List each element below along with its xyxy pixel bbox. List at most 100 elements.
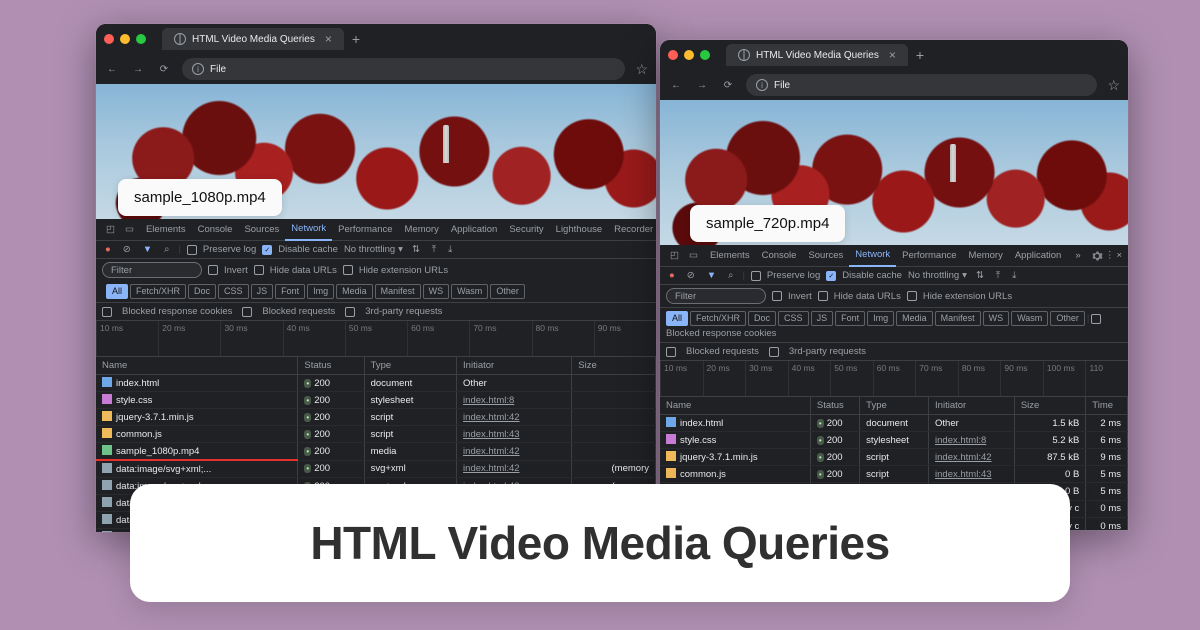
filter-input[interactable]: Filter [666,288,766,304]
devtools-close-icon[interactable]: × [1116,250,1122,261]
preserve-log-checkbox[interactable] [751,271,761,281]
invert-checkbox[interactable] [772,291,782,301]
column-header-initiator[interactable]: Initiator [929,397,1015,415]
maximize-window-button[interactable] [136,34,146,44]
reload-button[interactable]: ⟳ [720,80,736,91]
devtools-tab-elements[interactable]: Elements [140,219,192,241]
type-filter-js[interactable]: JS [811,311,834,326]
upload-icon[interactable]: ⤒ [993,270,1003,281]
maximize-window-button[interactable] [700,50,710,60]
bookmark-icon[interactable]: ☆ [635,61,648,78]
table-row[interactable]: jquery-3.7.1.min.js•200scriptindex.html:… [96,409,656,426]
devtools-tab-network[interactable]: Network [285,219,332,241]
type-filter-doc[interactable]: Doc [188,284,216,299]
initiator-link[interactable]: index.html:8 [463,395,514,406]
wifi-icon[interactable]: ⇅ [409,244,423,255]
minimize-window-button[interactable] [120,34,130,44]
record-button[interactable]: ● [666,270,678,281]
devtools-tab-console[interactable]: Console [192,219,239,241]
type-filter-doc[interactable]: Doc [748,311,776,326]
third-party-checkbox[interactable] [769,347,779,357]
back-button[interactable]: ← [104,64,120,75]
new-tab-button[interactable]: + [916,47,924,63]
hide-ext-urls-checkbox[interactable] [343,265,353,275]
filter-toggle-icon[interactable]: ▼ [140,244,155,255]
table-row[interactable]: sample_1080p.mp4•200mediaindex.html:42 [96,443,656,461]
type-filter-other[interactable]: Other [1050,311,1085,326]
type-filter-css[interactable]: CSS [778,311,809,326]
initiator-link[interactable]: index.html:8 [935,435,986,446]
table-row[interactable]: index.html•200documentOther1.5 kB2 ms [660,415,1128,432]
devtools-tab-application[interactable]: Application [445,219,503,241]
type-filter-js[interactable]: JS [251,284,274,299]
address-field[interactable]: i File [746,74,1097,96]
filter-input[interactable]: Filter [102,262,202,278]
device-toolbar-icon[interactable]: ▭ [121,224,138,235]
type-filter-media[interactable]: Media [896,311,933,326]
column-header-type[interactable]: Type [364,357,456,375]
type-filter-wasm[interactable]: Wasm [1011,311,1048,326]
forward-button[interactable]: → [130,64,146,75]
devtools-tab-memory[interactable]: Memory [963,245,1009,267]
new-tab-button[interactable]: + [352,31,360,47]
column-header-status[interactable]: Status [810,397,859,415]
column-header-status[interactable]: Status [298,357,364,375]
close-window-button[interactable] [104,34,114,44]
column-header-time[interactable]: Time [1086,397,1128,415]
bookmark-icon[interactable]: ☆ [1107,77,1120,94]
address-field[interactable]: i File [182,58,625,80]
network-timeline[interactable]: 10 ms20 ms30 ms40 ms50 ms60 ms70 ms80 ms… [96,321,656,357]
site-info-icon[interactable]: i [756,79,768,91]
type-filter-css[interactable]: CSS [218,284,249,299]
browser-tab[interactable]: HTML Video Media Queries × [726,44,908,66]
hide-data-urls-checkbox[interactable] [818,291,828,301]
hide-ext-urls-checkbox[interactable] [907,291,917,301]
third-party-checkbox[interactable] [345,307,355,317]
devtools-tab-recorder[interactable]: Recorder [608,219,656,241]
column-header-name[interactable]: Name [96,357,298,375]
column-header-size[interactable]: Size [1014,397,1085,415]
initiator-link[interactable]: index.html:42 [463,463,520,474]
device-toolbar-icon[interactable]: ▭ [685,250,702,261]
column-header-initiator[interactable]: Initiator [457,357,572,375]
table-row[interactable]: style.css•200stylesheetindex.html:85.2 k… [660,432,1128,449]
close-tab-icon[interactable]: × [889,48,896,62]
table-row[interactable]: style.css•200stylesheetindex.html:8 [96,392,656,409]
clear-button[interactable]: ⊘ [684,270,698,281]
type-filter-fetch-xhr[interactable]: Fetch/XHR [130,284,186,299]
column-header-size[interactable]: Size [572,357,656,375]
devtools-tab-elements[interactable]: Elements [704,245,756,267]
preserve-log-checkbox[interactable] [187,245,197,255]
devtools-tab-performance[interactable]: Performance [332,219,398,241]
type-filter-manifest[interactable]: Manifest [375,284,421,299]
devtools-tab-performance[interactable]: Performance [896,245,962,267]
disable-cache-checkbox[interactable]: ✓ [262,245,272,255]
type-filter-fetch-xhr[interactable]: Fetch/XHR [690,311,746,326]
type-filter-wasm[interactable]: Wasm [451,284,488,299]
blocked-cookies-checkbox[interactable] [1091,314,1101,324]
reload-button[interactable]: ⟳ [156,64,172,75]
forward-button[interactable]: → [694,80,710,91]
download-icon[interactable]: ⤓ [1009,270,1019,281]
devtools-tab-application[interactable]: Application [1009,245,1067,267]
type-filter-other[interactable]: Other [490,284,525,299]
blocked-requests-checkbox[interactable] [242,307,252,317]
devtools-tab-network[interactable]: Network [849,245,896,267]
type-filter-ws[interactable]: WS [983,311,1010,326]
devtools-tab-sources[interactable]: Sources [802,245,849,267]
gear-icon[interactable] [1091,250,1103,262]
blocked-cookies-checkbox[interactable] [102,307,112,317]
inspect-icon[interactable]: ◰ [666,250,683,261]
search-icon[interactable]: ⌕ [725,270,736,281]
filter-toggle-icon[interactable]: ▼ [704,270,719,281]
devtools-tab-sources[interactable]: Sources [238,219,285,241]
table-row[interactable]: index.html•200documentOther [96,375,656,392]
type-filter-all[interactable]: All [106,284,128,299]
back-button[interactable]: ← [668,80,684,91]
search-icon[interactable]: ⌕ [161,244,172,255]
initiator-link[interactable]: index.html:43 [935,469,992,480]
close-window-button[interactable] [668,50,678,60]
site-info-icon[interactable]: i [192,63,204,75]
type-filter-manifest[interactable]: Manifest [935,311,981,326]
minimize-window-button[interactable] [684,50,694,60]
